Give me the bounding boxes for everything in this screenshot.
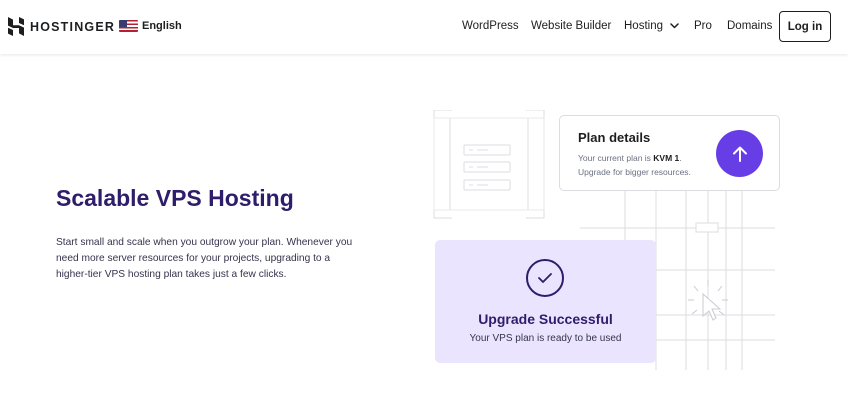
success-subtitle: Your VPS plan is ready to be used: [469, 333, 622, 344]
nav-link-website-builder[interactable]: Website Builder: [531, 20, 611, 32]
hero-description: Start small and scale when you outgrow y…: [56, 237, 353, 280]
current-plan-prefix: Your current plan is: [578, 153, 654, 163]
hostinger-logo-icon: [8, 17, 24, 36]
upgrade-button[interactable]: [716, 130, 763, 177]
upgrade-hint-text: Upgrade for bigger resources.: [578, 167, 691, 177]
nav-link-pro[interactable]: Pro: [694, 20, 712, 32]
language-label: English: [142, 20, 182, 32]
chevron-down-icon: [670, 23, 679, 29]
nav-hosting-label: Hosting: [624, 20, 663, 32]
success-check-badge: [526, 259, 564, 297]
brand-name: HOSTINGER: [30, 19, 116, 34]
top-navigation-bar: HOSTINGER English WordPress Website Buil…: [0, 0, 848, 54]
nav-link-hosting[interactable]: Hosting: [624, 20, 679, 32]
nav-link-domains[interactable]: Domains: [727, 20, 772, 32]
current-plan-text: Your current plan is KVM 1.: [578, 153, 682, 163]
language-selector[interactable]: English: [119, 20, 182, 32]
plan-details-card: Plan details Your current plan is KVM 1.…: [559, 115, 780, 191]
nav-link-wordpress[interactable]: WordPress: [462, 20, 519, 32]
us-flag-icon: [119, 20, 138, 32]
checkmark-icon: [538, 273, 552, 283]
hero-title: Scalable VPS Hosting: [56, 185, 294, 211]
success-title: Upgrade Successful: [478, 311, 613, 327]
arrow-up-icon: [732, 146, 747, 162]
brand-logo[interactable]: HOSTINGER: [8, 17, 115, 36]
current-plan-name: KVM 1: [653, 153, 680, 163]
current-plan-suffix: .: [679, 153, 682, 163]
upgrade-success-card: Upgrade Successful Your VPS plan is read…: [435, 240, 656, 363]
login-button[interactable]: Log in: [779, 11, 831, 42]
plan-details-title: Plan details: [578, 130, 651, 145]
